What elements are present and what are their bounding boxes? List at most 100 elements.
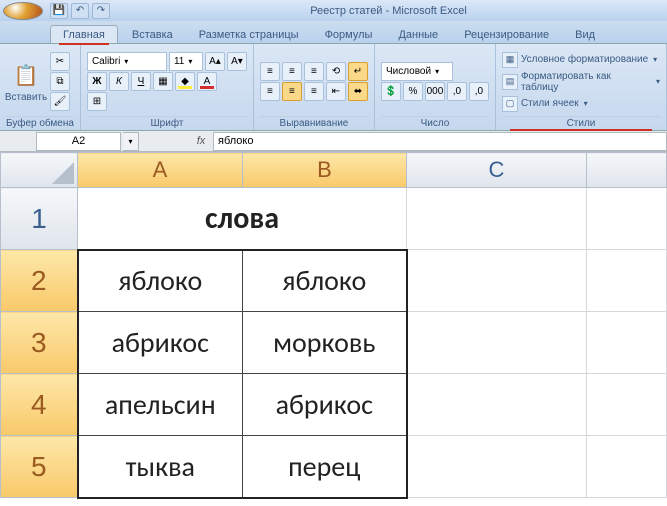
cell-d5[interactable] (587, 436, 667, 498)
group-alignment: ≡ ≡ ≡ ⟲ ↵ ≡ ≡ ≡ ⇤ ⬌ Выравнивание (254, 44, 375, 130)
col-header-a[interactable]: A (78, 153, 243, 188)
ribbon: 📋 Вставить ✂ ⧉ 🖌 Буфер обмена Calibri▾ 1… (0, 44, 667, 131)
cell-a4[interactable]: апельсин (78, 374, 243, 436)
tab-insert[interactable]: Вставка (120, 26, 185, 43)
group-styles: ▦Условное форматирование▾ ▤Форматировать… (496, 44, 667, 130)
col-header-b[interactable]: B (243, 153, 407, 188)
row-header-3[interactable]: 3 (1, 312, 78, 374)
window-title: Реестр статей - Microsoft Excel (110, 5, 667, 17)
align-bottom-icon[interactable]: ≡ (304, 62, 324, 81)
cut-icon[interactable]: ✂ (50, 52, 70, 71)
group-number: Числовой▾ 💲 % 000 ,0 ,0 Число (375, 44, 496, 130)
conditional-formatting-button[interactable]: ▦Условное форматирование▾ (502, 50, 660, 70)
name-box[interactable]: A2 (36, 132, 121, 151)
cell-b3[interactable]: морковь (243, 312, 407, 374)
row-header-1[interactable]: 1 (1, 188, 78, 250)
group-font-label: Шрифт (87, 116, 247, 129)
border-button[interactable]: ▦ (153, 72, 173, 91)
tab-home[interactable]: Главная (50, 25, 118, 43)
wrap-text-button[interactable]: ↵ (348, 62, 368, 81)
group-styles-label: Стили (502, 116, 660, 129)
cell-c2[interactable] (407, 250, 587, 312)
cond-format-icon: ▦ (502, 52, 518, 68)
cell-b4[interactable]: абрикос (243, 374, 407, 436)
inc-decimal-icon[interactable]: ,0 (447, 82, 467, 101)
office-button[interactable] (3, 2, 43, 20)
cell-a1-merged[interactable]: слова (78, 188, 407, 250)
cell-a3[interactable]: абрикос (78, 312, 243, 374)
col-header-d[interactable] (587, 153, 667, 188)
italic-button[interactable]: К (109, 72, 129, 91)
group-font: Calibri▾ 11▾ A▴ A▾ Ж К Ч ▦ ◆ A ⊞ Шрифт (81, 44, 254, 130)
row-header-2[interactable]: 2 (1, 250, 78, 312)
fx-icon[interactable]: fx (189, 135, 213, 147)
formula-input[interactable]: яблоко (213, 132, 667, 151)
align-right-icon[interactable]: ≡ (304, 82, 324, 101)
row-header-5[interactable]: 5 (1, 436, 78, 498)
shrink-font-icon[interactable]: A▾ (227, 52, 247, 71)
cell-styles-button[interactable]: ▢Стили ячеек▾ (502, 94, 660, 114)
chevron-down-icon: ▾ (656, 77, 660, 86)
redo-icon[interactable]: ↷ (92, 3, 110, 19)
cell-a5[interactable]: тыква (78, 436, 243, 498)
merge-button[interactable]: ⬌ (348, 82, 368, 101)
font-color-button[interactable]: A (197, 72, 217, 91)
table-icon: ▤ (502, 74, 518, 90)
font-name-combo[interactable]: Calibri▾ (87, 52, 167, 71)
bold-button[interactable]: Ж (87, 72, 107, 91)
chevron-down-icon: ▾ (653, 55, 657, 64)
tab-view[interactable]: Вид (563, 26, 607, 43)
cell-d1[interactable] (587, 188, 667, 250)
currency-icon[interactable]: 💲 (381, 82, 401, 101)
col-header-c[interactable]: C (407, 153, 587, 188)
borders-button[interactable]: ⊞ (87, 92, 107, 111)
dec-decimal-icon[interactable]: ,0 (469, 82, 489, 101)
chevron-down-icon: ▾ (188, 57, 192, 66)
align-middle-icon[interactable]: ≡ (282, 62, 302, 81)
tab-formulas[interactable]: Формулы (313, 26, 385, 43)
percent-icon[interactable]: % (403, 82, 423, 101)
format-as-table-button[interactable]: ▤Форматировать как таблицу▾ (502, 72, 660, 92)
select-all-corner[interactable] (1, 153, 78, 188)
row-header-4[interactable]: 4 (1, 374, 78, 436)
cell-d4[interactable] (587, 374, 667, 436)
undo-icon[interactable]: ↶ (71, 3, 89, 19)
indent-dec-icon[interactable]: ⇤ (326, 82, 346, 101)
cell-c4[interactable] (407, 374, 587, 436)
font-size-combo[interactable]: 11▾ (169, 52, 203, 71)
quick-access-toolbar: 💾 ↶ ↷ (50, 3, 110, 19)
cell-styles-icon: ▢ (502, 96, 518, 112)
cell-d2[interactable] (587, 250, 667, 312)
cell-a2[interactable]: яблоко (78, 250, 243, 312)
paste-button[interactable]: 📋 Вставить (6, 47, 46, 116)
format-painter-icon[interactable]: 🖌 (50, 92, 70, 111)
name-box-dropdown[interactable]: ▾ (123, 132, 139, 151)
tab-review[interactable]: Рецензирование (452, 26, 561, 43)
copy-icon[interactable]: ⧉ (50, 72, 70, 91)
tab-layout[interactable]: Разметка страницы (187, 26, 311, 43)
cell-c3[interactable] (407, 312, 587, 374)
cell-c1[interactable] (407, 188, 587, 250)
chevron-down-icon: ▾ (435, 67, 439, 76)
align-center-icon[interactable]: ≡ (282, 82, 302, 101)
orientation-icon[interactable]: ⟲ (326, 62, 346, 81)
chevron-down-icon: ▾ (584, 99, 588, 108)
fill-color-button[interactable]: ◆ (175, 72, 195, 91)
cell-b2[interactable]: яблоко (243, 250, 407, 312)
grow-font-icon[interactable]: A▴ (205, 52, 225, 71)
cell-d3[interactable] (587, 312, 667, 374)
cell-c5[interactable] (407, 436, 587, 498)
formula-bar: A2 ▾ fx яблоко (0, 131, 667, 152)
cell-b5[interactable]: перец (243, 436, 407, 498)
ribbon-tabs: Главная Вставка Разметка страницы Формул… (0, 21, 667, 44)
align-left-icon[interactable]: ≡ (260, 82, 280, 101)
tab-data[interactable]: Данные (386, 26, 450, 43)
group-clipboard-label: Буфер обмена (6, 116, 74, 129)
align-top-icon[interactable]: ≡ (260, 62, 280, 81)
worksheet-grid[interactable]: A B C 1 слова 2 яблоко яблоко 3 абрикос … (0, 152, 667, 499)
comma-icon[interactable]: 000 (425, 82, 445, 101)
save-icon[interactable]: 💾 (50, 3, 68, 19)
underline-button[interactable]: Ч (131, 72, 151, 91)
paste-label: Вставить (5, 92, 47, 103)
number-format-combo[interactable]: Числовой▾ (381, 62, 453, 81)
